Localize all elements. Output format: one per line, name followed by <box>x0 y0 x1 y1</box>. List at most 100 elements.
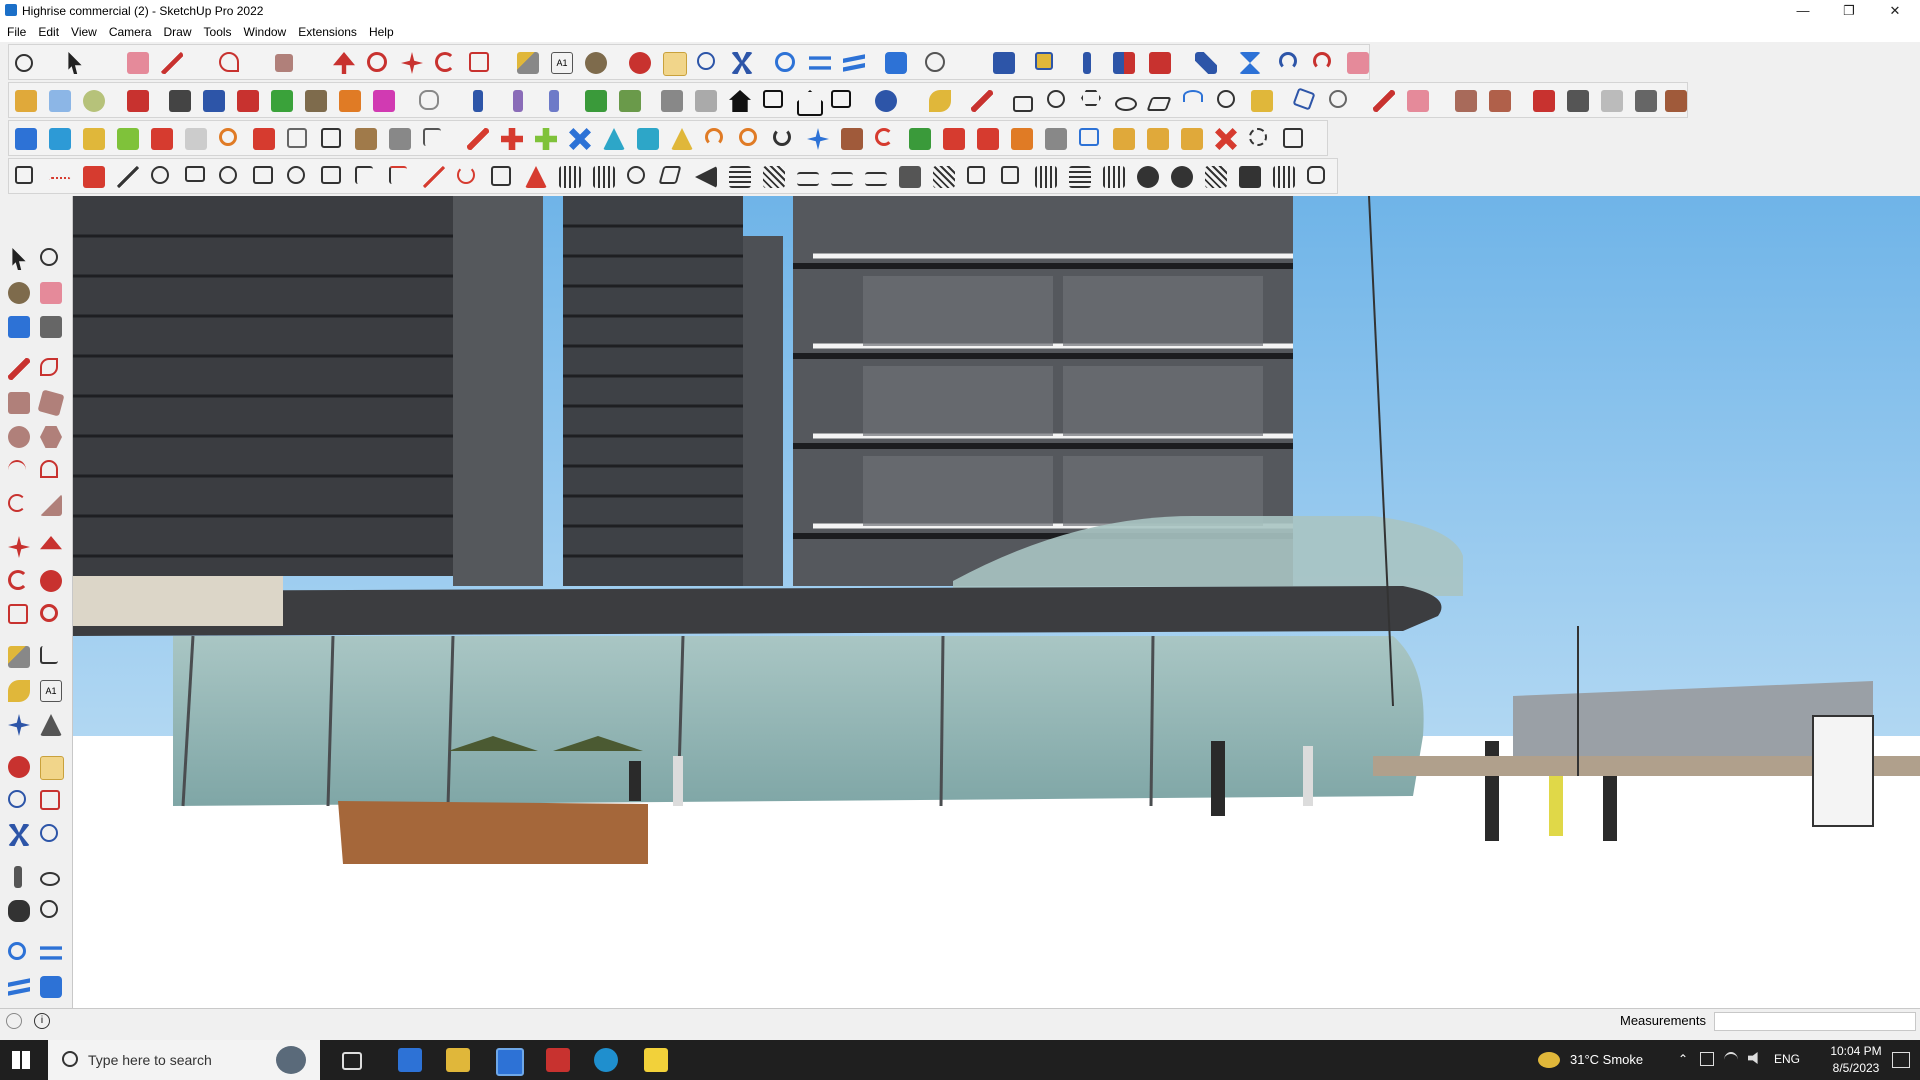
select-icon[interactable] <box>12 248 26 270</box>
diagonal-icon[interactable] <box>1195 52 1217 74</box>
cone-icon[interactable] <box>603 128 625 150</box>
sketchup-taskbar-icon[interactable] <box>496 1048 524 1076</box>
send-to-layout-icon[interactable] <box>1083 52 1091 74</box>
axis-x-icon[interactable] <box>203 90 225 112</box>
red-pencil-icon[interactable] <box>971 90 993 112</box>
clock-time[interactable]: 10:04 PM <box>1826 1044 1886 1058</box>
zoom-tool-icon[interactable] <box>697 52 715 70</box>
crosshair-icon[interactable] <box>40 900 58 918</box>
frame-2-icon[interactable] <box>967 166 985 184</box>
align-icon[interactable] <box>1149 52 1171 74</box>
shed-icon[interactable] <box>831 90 851 108</box>
rotate-icon[interactable] <box>8 570 28 590</box>
puzzle-icon[interactable] <box>943 128 965 150</box>
shape-circle-2-icon[interactable] <box>1217 90 1235 108</box>
frame-3-icon[interactable] <box>1001 166 1019 184</box>
tree-icon[interactable] <box>619 90 641 112</box>
device-icon[interactable] <box>1700 1052 1714 1066</box>
notifications-icon[interactable] <box>1892 1052 1910 1068</box>
orbit-icon[interactable] <box>629 52 651 74</box>
tape-measure-icon[interactable] <box>8 646 30 668</box>
add-detail-icon[interactable] <box>1665 90 1687 112</box>
grid-green-icon[interactable] <box>909 128 931 150</box>
corner-red-icon[interactable] <box>389 166 407 184</box>
edge-icon[interactable] <box>594 1048 618 1072</box>
stack-icon[interactable] <box>729 166 751 188</box>
chain-icon[interactable] <box>739 128 757 146</box>
hand-icon[interactable] <box>1347 52 1369 74</box>
pipe-icon[interactable] <box>389 128 411 150</box>
eraser-icon[interactable] <box>40 282 62 304</box>
star-move-icon[interactable] <box>807 128 829 150</box>
menu-draw[interactable]: Draw <box>157 22 197 39</box>
freehand-icon[interactable] <box>219 52 239 72</box>
bars-2-icon[interactable] <box>593 166 615 188</box>
dashed-arc-icon[interactable] <box>1249 128 1267 146</box>
skew-icon[interactable] <box>658 166 682 184</box>
lasso-icon[interactable] <box>40 248 58 266</box>
arc-orange-icon[interactable] <box>705 128 723 146</box>
orbit-icon[interactable] <box>8 756 30 778</box>
menu-view[interactable]: View <box>64 22 102 39</box>
extension-warehouse-icon[interactable] <box>993 52 1015 74</box>
red-line-icon[interactable] <box>1373 90 1395 112</box>
bars-4-icon[interactable] <box>1273 166 1295 188</box>
acrobat-icon[interactable] <box>546 1048 570 1072</box>
language-indicator[interactable]: ENG <box>1774 1052 1800 1066</box>
dotted-line-icon[interactable] <box>467 128 489 150</box>
knife-icon[interactable] <box>117 166 139 188</box>
add-face-icon[interactable] <box>127 90 149 112</box>
windows-start-icon[interactable] <box>12 1051 30 1069</box>
tag-icon[interactable] <box>40 316 62 338</box>
component-icon[interactable] <box>875 90 897 112</box>
weather-text[interactable]: 31°C Smoke <box>1570 1052 1643 1067</box>
ruby-icon[interactable] <box>1011 128 1033 150</box>
orange-loop-icon[interactable] <box>219 128 237 146</box>
gear-dark-2-icon[interactable] <box>1171 166 1193 188</box>
slash-2-icon[interactable] <box>513 90 523 112</box>
wand-icon[interactable] <box>1251 90 1273 112</box>
sort-icon[interactable] <box>1113 52 1135 74</box>
rotated-rectangle-icon[interactable] <box>37 389 65 417</box>
flip-edge-icon[interactable] <box>1635 90 1657 112</box>
stack-2-icon[interactable] <box>1069 166 1091 188</box>
offset-icon[interactable] <box>169 90 191 112</box>
comb-icon[interactable] <box>1103 166 1125 188</box>
lines-2-icon[interactable] <box>831 172 853 186</box>
corner-icon[interactable] <box>423 128 441 146</box>
grid-orange-2-icon[interactable] <box>1147 128 1169 150</box>
polygon-icon[interactable] <box>40 426 62 448</box>
move-icon[interactable] <box>8 536 30 558</box>
wood-icon[interactable] <box>355 128 377 150</box>
box-outline-icon[interactable] <box>253 166 273 184</box>
hex-outline-icon[interactable] <box>1307 166 1325 184</box>
solid-subtract-icon[interactable] <box>49 90 71 112</box>
grid-orange-3-icon[interactable] <box>1181 128 1203 150</box>
rectangle-icon[interactable] <box>275 54 293 72</box>
corner-join-icon[interactable] <box>355 166 373 184</box>
lines-icon[interactable] <box>797 172 819 186</box>
push-pull-icon[interactable] <box>40 536 62 550</box>
house-icon[interactable] <box>729 90 751 112</box>
axis-r-icon[interactable] <box>237 90 259 112</box>
previous-view-icon[interactable] <box>40 824 58 842</box>
solid-intersect-icon[interactable] <box>83 90 105 112</box>
page-icon[interactable] <box>321 128 341 148</box>
viewport-3d-scene[interactable] <box>73 196 1920 1008</box>
menu-help[interactable]: Help <box>362 22 399 39</box>
walk-icon[interactable] <box>8 900 30 922</box>
volume-icon[interactable] <box>1748 1052 1758 1064</box>
hatch-2-icon[interactable] <box>933 166 955 188</box>
zoom-icon[interactable] <box>15 54 33 72</box>
flask-icon[interactable] <box>637 128 659 150</box>
menu-extensions[interactable]: Extensions <box>291 22 362 39</box>
menu-tools[interactable]: Tools <box>197 22 237 39</box>
shape-rect-icon[interactable] <box>1013 96 1033 112</box>
axis-n-icon[interactable] <box>305 90 327 112</box>
solid-union-icon[interactable] <box>15 90 37 112</box>
red-plus-icon[interactable] <box>501 128 523 150</box>
ribbon-icon[interactable] <box>185 166 205 182</box>
arrow-left-icon[interactable] <box>695 166 717 188</box>
three-point-arc-icon[interactable] <box>8 494 26 512</box>
slash-1-icon[interactable] <box>473 90 483 112</box>
